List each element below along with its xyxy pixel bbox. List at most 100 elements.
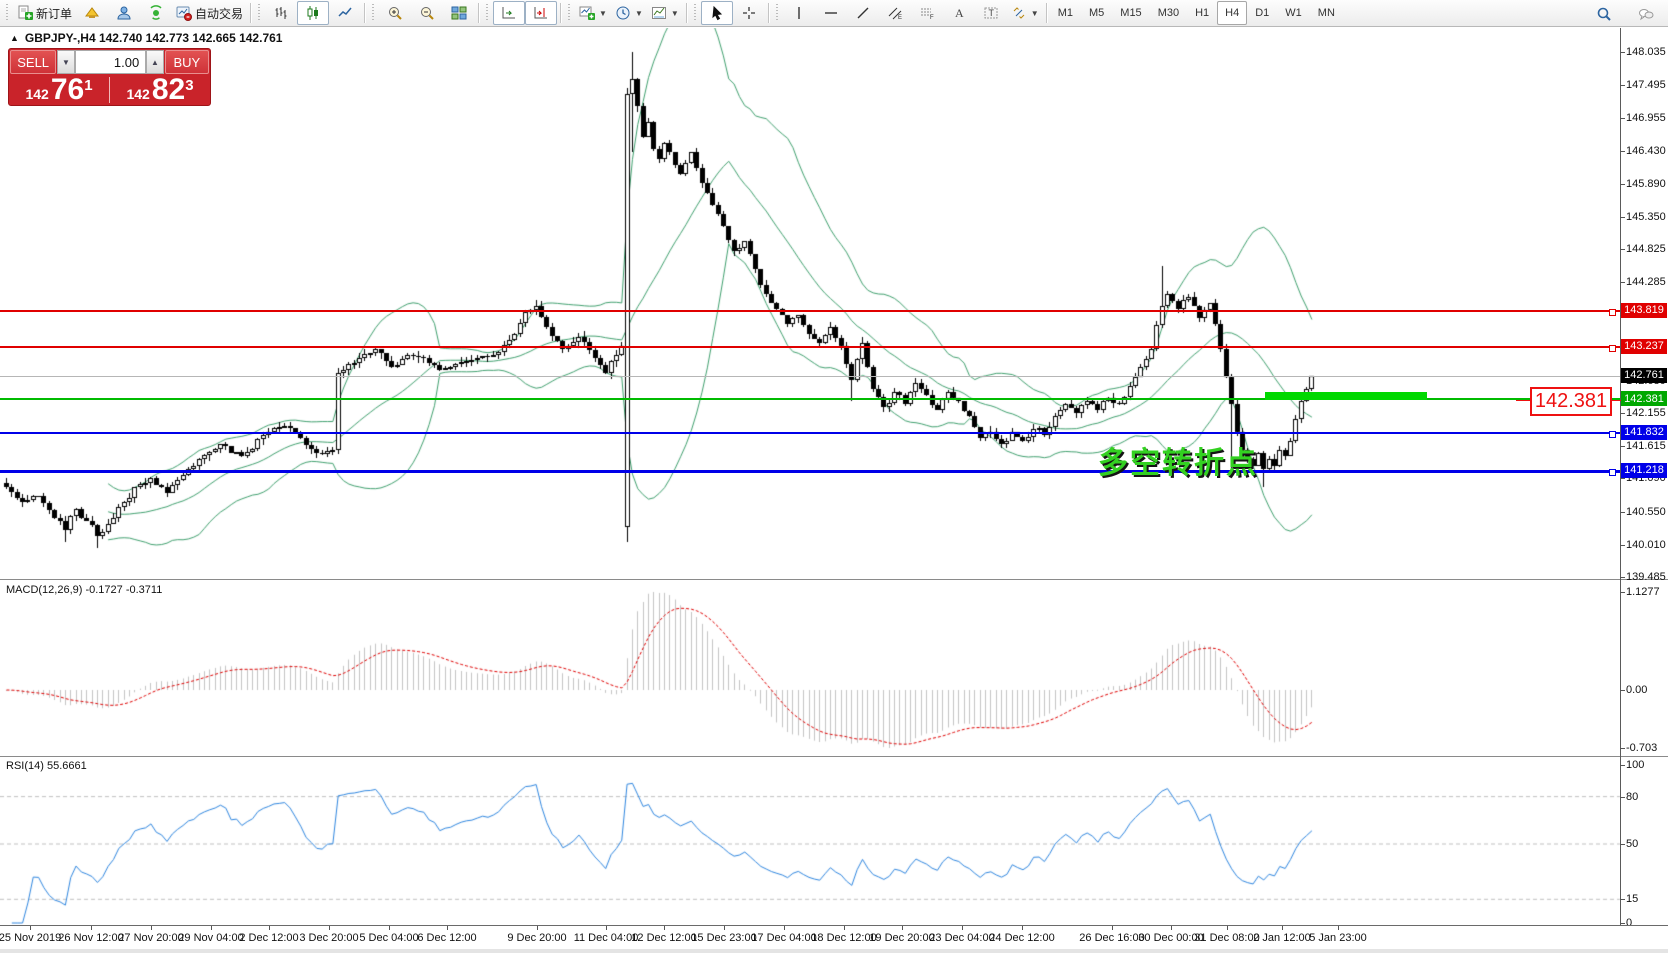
price-chart-canvas[interactable] <box>0 28 1621 579</box>
arrows-button[interactable]: ▼ <box>1007 1 1043 25</box>
auto-scroll-icon <box>501 5 517 21</box>
toolbar-grip <box>5 4 10 22</box>
timeframe-m30-button[interactable]: M30 <box>1150 1 1187 25</box>
time-axis[interactable]: 25 Nov 201926 Nov 12:0027 Nov 20:0029 No… <box>0 925 1668 949</box>
trendline-button[interactable] <box>847 1 879 25</box>
macd-canvas[interactable] <box>0 581 1621 756</box>
rsi-canvas[interactable] <box>0 758 1621 925</box>
price-chart-pane[interactable] <box>0 28 1621 579</box>
time-label: 6 Dec 12:00 <box>417 932 476 944</box>
hline-anchor-marker[interactable] <box>1609 309 1616 316</box>
text-button[interactable]: A <box>943 1 975 25</box>
templates-button[interactable]: ▼ <box>647 1 683 25</box>
price-tick-label: 148.035 <box>1626 46 1666 58</box>
buy-price-big: 82 <box>152 76 185 104</box>
horizontal-line-142.761[interactable] <box>0 376 1620 377</box>
equidistant-channel-button[interactable]: E <box>879 1 911 25</box>
crosshair-button[interactable] <box>733 1 765 25</box>
line-chart-button[interactable] <box>329 1 361 25</box>
one-click-trade-panel: SELL ▼ 1.00 ▲ BUY 142 76 1 142 82 3 <box>8 48 211 106</box>
sell-price[interactable]: 142 76 1 <box>9 75 109 105</box>
price-tick-label: 139.485 <box>1626 571 1666 583</box>
chart-shift-button[interactable] <box>525 1 557 25</box>
time-tick <box>1112 926 1113 930</box>
trendline-icon <box>855 5 871 21</box>
signals-button[interactable] <box>140 1 172 25</box>
time-label: 5 Dec 04:00 <box>359 932 418 944</box>
indicators-icon <box>579 5 595 21</box>
price-label-box[interactable]: 142.381 <box>1530 387 1612 416</box>
hline-anchor-marker[interactable] <box>1609 469 1616 476</box>
toolbar-separator <box>686 3 687 23</box>
tile-windows-icon <box>451 5 467 21</box>
volume-input[interactable]: 1.00 <box>75 50 147 74</box>
chart-shift-icon <box>533 5 549 21</box>
equidistant-channel-icon: E <box>887 5 903 21</box>
autotrading-button[interactable]: 自动交易 <box>172 1 247 25</box>
text-label-icon: T <box>983 5 999 21</box>
price-tick <box>1620 151 1625 152</box>
chevron-down-icon: ▼ <box>599 9 607 18</box>
periods-button[interactable]: ▼ <box>611 1 647 25</box>
sell-button[interactable]: SELL <box>10 50 56 74</box>
horizontal-line-141.218[interactable] <box>0 470 1620 473</box>
timeframe-d1-button[interactable]: D1 <box>1247 1 1277 25</box>
chart-annotation-text[interactable]: 多空转折点 <box>1098 438 1258 482</box>
timeframe-m15-button[interactable]: M15 <box>1112 1 1149 25</box>
volume-decrease-button[interactable]: ▼ <box>57 50 74 74</box>
candlestick-chart-button[interactable] <box>297 1 329 25</box>
volume-increase-button[interactable]: ▲ <box>146 50 163 74</box>
new-order-button[interactable]: 新订单 <box>13 1 76 25</box>
buy-price[interactable]: 142 82 3 <box>110 75 210 105</box>
toolbar-separator <box>1046 3 1047 23</box>
macd-pane[interactable] <box>0 581 1621 756</box>
timeframe-w1-button[interactable]: W1 <box>1277 1 1310 25</box>
timeframe-m5-button[interactable]: M5 <box>1081 1 1112 25</box>
vertical-line-icon <box>791 5 807 21</box>
price-tick <box>1620 478 1625 479</box>
search-button[interactable] <box>1588 2 1620 26</box>
zoom-in-button[interactable] <box>379 1 411 25</box>
fibonacci-button[interactable]: F <box>911 1 943 25</box>
collapse-triangle-icon[interactable]: ▲ <box>10 33 19 43</box>
horizontal-line-141.832[interactable] <box>0 432 1620 434</box>
chat-button[interactable] <box>1630 2 1662 26</box>
time-label: 17 Dec 04:00 <box>751 932 816 944</box>
text-label-button[interactable]: T <box>975 1 1007 25</box>
buy-button[interactable]: BUY <box>165 50 209 74</box>
price-tick-label: 145.350 <box>1626 211 1666 223</box>
toolbar-right <box>1588 2 1662 26</box>
time-label: 23 Dec 04:00 <box>929 932 994 944</box>
bar-chart-button[interactable] <box>265 1 297 25</box>
tile-windows-button[interactable] <box>443 1 475 25</box>
time-tick <box>151 926 152 930</box>
metaeditor-button[interactable] <box>76 1 108 25</box>
vertical-line-button[interactable] <box>783 1 815 25</box>
autotrading-icon <box>176 5 192 21</box>
time-tick <box>1022 926 1023 930</box>
time-label: 2 Jan 12:00 <box>1253 932 1311 944</box>
auto-scroll-button[interactable] <box>493 1 525 25</box>
zoom-out-button[interactable] <box>411 1 443 25</box>
rsi-pane[interactable] <box>0 758 1621 925</box>
pivot-highlight-bar[interactable] <box>1265 392 1427 400</box>
time-label: 5 Jan 23:00 <box>1309 932 1367 944</box>
time-label: 27 Nov 20:00 <box>118 932 183 944</box>
symbol-ohlc-line: ▲ GBPJPY-,H4 142.740 142.773 142.665 142… <box>10 31 282 45</box>
toolbar-grip <box>567 4 572 22</box>
cursor-button[interactable] <box>701 1 733 25</box>
timeframe-mn-button[interactable]: MN <box>1310 1 1343 25</box>
horizontal-line-143.819[interactable] <box>0 310 1620 312</box>
indicators-button[interactable]: ▼ <box>575 1 611 25</box>
horizontal-line-143.237[interactable] <box>0 346 1620 348</box>
text-icon: A <box>951 5 967 21</box>
timeframe-h4-button[interactable]: H4 <box>1217 1 1247 25</box>
terminal-button[interactable] <box>108 1 140 25</box>
horizontal-line-button[interactable] <box>815 1 847 25</box>
timeframe-m1-button[interactable]: M1 <box>1050 1 1081 25</box>
time-tick <box>329 926 330 930</box>
fibonacci-icon: F <box>919 5 935 21</box>
hline-anchor-marker[interactable] <box>1609 431 1616 438</box>
hline-anchor-marker[interactable] <box>1609 345 1616 352</box>
timeframe-h1-button[interactable]: H1 <box>1187 1 1217 25</box>
